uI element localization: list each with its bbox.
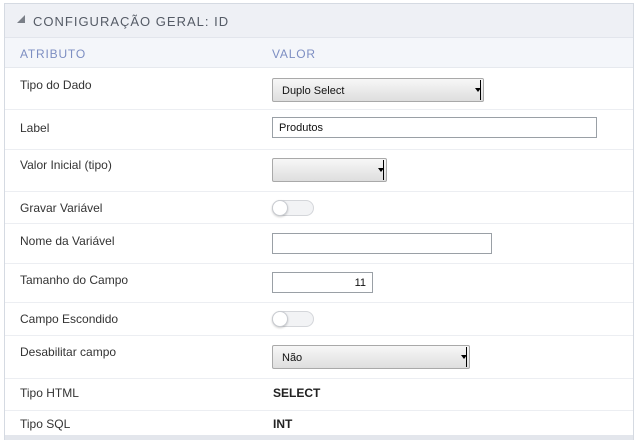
select-value: Não bbox=[282, 352, 303, 364]
column-value: VALOR bbox=[272, 47, 316, 61]
row-tipo-sql: Tipo SQL INT bbox=[5, 411, 633, 436]
row-tipo-dado: Tipo do Dado Duplo Select bbox=[5, 68, 633, 110]
dropdown-arrow-icon bbox=[461, 347, 467, 367]
campo-escondido-toggle[interactable] bbox=[272, 311, 314, 327]
row-label: Tipo do Dado bbox=[20, 78, 92, 92]
select-value: Duplo Select bbox=[282, 85, 345, 97]
row-label: Nome da Variável bbox=[20, 234, 115, 248]
row-nome-variavel: Nome da Variável bbox=[5, 224, 633, 264]
collapse-triangle-icon[interactable] bbox=[17, 15, 25, 23]
column-header: ATRIBUTO VALOR bbox=[5, 38, 633, 68]
row-label: Tamanho do Campo bbox=[20, 273, 129, 287]
row-campo-escondido: Campo Escondido bbox=[5, 303, 633, 336]
settings-panel: CONFIGURAÇÃO GERAL: ID ATRIBUTO VALOR Ti… bbox=[4, 3, 634, 440]
toggle-knob bbox=[272, 200, 288, 216]
row-label: Tipo HTML bbox=[20, 386, 79, 400]
row-gravar-variavel: Gravar Variável bbox=[5, 192, 633, 224]
tipo-sql-value: INT bbox=[273, 417, 293, 431]
gravar-variavel-toggle[interactable] bbox=[272, 200, 314, 216]
row-label: Gravar Variável bbox=[20, 201, 103, 215]
row-desabilitar-campo: Desabilitar campo Não bbox=[5, 336, 633, 379]
panel-title: CONFIGURAÇÃO GERAL: ID bbox=[33, 14, 230, 29]
row-label: Campo Escondido bbox=[20, 312, 119, 326]
row-label: Valor Inicial (tipo) bbox=[20, 158, 112, 172]
dropdown-arrow-icon bbox=[475, 80, 481, 100]
desabilitar-campo-select[interactable]: Não bbox=[272, 345, 470, 369]
nome-variavel-input[interactable] bbox=[272, 233, 492, 254]
row-tipo-html: Tipo HTML SELECT bbox=[5, 379, 633, 411]
tamanho-campo-input[interactable] bbox=[272, 272, 373, 293]
row-valor-inicial: Valor Inicial (tipo) bbox=[5, 150, 633, 192]
valor-inicial-select[interactable] bbox=[272, 158, 387, 182]
toggle-knob bbox=[272, 311, 288, 327]
row-label: Desabilitar campo bbox=[20, 345, 117, 359]
row-label: Label bbox=[20, 121, 50, 135]
tipo-dado-select[interactable]: Duplo Select bbox=[272, 78, 484, 102]
row-label: Tipo SQL bbox=[20, 417, 71, 431]
tipo-html-value: SELECT bbox=[273, 386, 321, 400]
row-tamanho-campo: Tamanho do Campo bbox=[5, 264, 633, 303]
dropdown-arrow-icon bbox=[378, 160, 384, 180]
row-label-field: Label bbox=[5, 110, 633, 150]
label-input[interactable] bbox=[272, 117, 597, 138]
panel-header[interactable]: CONFIGURAÇÃO GERAL: ID bbox=[5, 4, 633, 38]
panel-footer bbox=[5, 435, 633, 440]
column-attribute: ATRIBUTO bbox=[20, 47, 86, 61]
